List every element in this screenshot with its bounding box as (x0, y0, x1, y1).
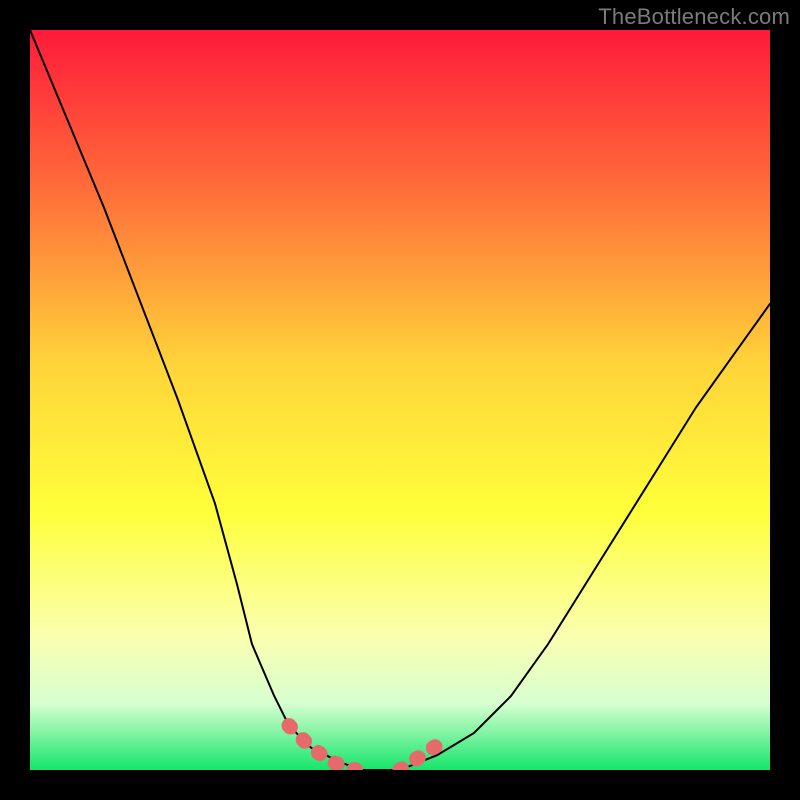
chart-frame: TheBottleneck.com (0, 0, 800, 800)
plot-background (30, 30, 770, 770)
watermark-text: TheBottleneck.com (598, 4, 790, 30)
gradient-rect (30, 30, 770, 770)
